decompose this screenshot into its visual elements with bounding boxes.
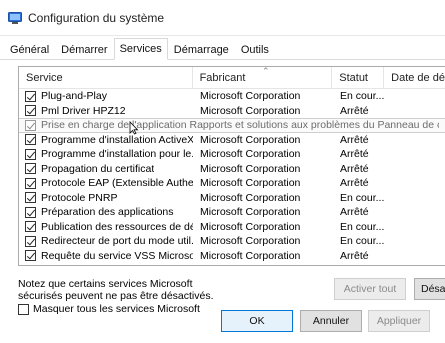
- disable-all-button[interactable]: Désa: [414, 278, 445, 300]
- status-cell: En cour...: [340, 90, 385, 103]
- sort-up-icon: ⌃: [262, 66, 270, 76]
- service-name: Protocole EAP (Extensible Authe...: [41, 177, 193, 190]
- manufacturer-cell: Microsoft Corporation: [200, 220, 301, 233]
- service-checkbox[interactable]: [25, 90, 36, 102]
- column-header-service[interactable]: Service: [19, 67, 193, 89]
- column-header-disabled-date[interactable]: Date de dés: [384, 67, 445, 89]
- service-checkbox[interactable]: [25, 206, 36, 218]
- service-checkbox[interactable]: [25, 235, 36, 247]
- service-name: Prise en charge de l'application Rapport…: [41, 119, 439, 132]
- table-row[interactable]: Programme d'installation ActiveX... Micro…: [19, 133, 445, 148]
- service-checkbox[interactable]: [25, 250, 36, 262]
- manufacturer-cell: Microsoft Corporation: [200, 162, 301, 175]
- status-cell: En cour...: [340, 235, 385, 248]
- status-cell: Arrêté: [340, 133, 369, 146]
- services-list[interactable]: Service Fabricant Statut Date de dés ⌃ P…: [18, 66, 445, 266]
- status-cell: En cour...: [340, 220, 385, 233]
- service-name-cell: Pml Driver HPZ12: [19, 104, 193, 118]
- tab-general[interactable]: Général: [4, 39, 55, 59]
- table-row[interactable]: Propagation du certificat Microsoft Corpo…: [19, 162, 445, 177]
- service-checkbox[interactable]: [25, 192, 36, 204]
- tab-demarrer[interactable]: Démarrer: [55, 39, 113, 59]
- table-row[interactable]: Redirecteur de port du mode util... Micro…: [19, 234, 445, 249]
- manufacturer-cell: Microsoft Corporation: [200, 235, 301, 248]
- table-row[interactable]: Plug-and-Play Microsoft Corporation En cou…: [19, 89, 445, 104]
- table-row[interactable]: Programme d'installation pour le... Micro…: [19, 147, 445, 162]
- service-name-cell: Protocole PNRP: [19, 191, 193, 205]
- table-row[interactable]: Requête du service VSS Microso... Microso…: [19, 249, 445, 264]
- system-config-icon: [8, 11, 22, 24]
- hide-microsoft-services[interactable]: Masquer tous les services Microsoft: [18, 303, 200, 315]
- service-name-cell: Redirecteur de port du mode util...: [19, 234, 193, 248]
- service-name: Pml Driver HPZ12: [41, 104, 126, 117]
- cancel-button[interactable]: Annuler: [300, 310, 362, 332]
- ok-button[interactable]: OK: [221, 310, 293, 332]
- table-row[interactable]: Publication des ressources de dé... Micro…: [19, 220, 445, 235]
- service-name-cell: Programme d'installation ActiveX...: [19, 133, 193, 147]
- service-checkbox[interactable]: [25, 134, 36, 146]
- service-name-cell: Requête du service VSS Microso...: [19, 249, 193, 263]
- service-name-cell: Programme d'installation pour le...: [19, 147, 193, 161]
- service-name: Publication des ressources de dé...: [41, 220, 193, 233]
- table-row[interactable]: Préparation des applications Microsoft Co…: [19, 205, 445, 220]
- service-name-cell: Préparation des applications: [19, 205, 193, 219]
- service-name: Propagation du certificat: [41, 162, 155, 175]
- service-name-cell: Publication des ressources de dé...: [19, 220, 193, 234]
- list-header: Service Fabricant Statut Date de dés ⌃: [19, 67, 445, 89]
- manufacturer-cell: Microsoft Corporation: [200, 90, 301, 103]
- services-panel: Service Fabricant Statut Date de dés ⌃ P…: [0, 60, 445, 343]
- tab-strip: Général Démarrer Services Démarrage Outi…: [0, 38, 445, 60]
- service-name-cell: Protocole EAP (Extensible Authe...: [19, 176, 193, 190]
- service-checkbox[interactable]: [25, 163, 36, 175]
- tab-demarrage[interactable]: Démarrage: [168, 39, 235, 59]
- column-header-status[interactable]: Statut: [332, 67, 385, 89]
- service-name: Programme d'installation ActiveX...: [41, 133, 193, 146]
- service-checkbox[interactable]: [25, 105, 36, 117]
- service-checkbox[interactable]: [25, 177, 36, 189]
- service-name: Préparation des applications: [41, 206, 174, 219]
- tab-outils[interactable]: Outils: [235, 39, 275, 59]
- hide-microsoft-checkbox[interactable]: [18, 303, 29, 315]
- status-cell: Arrêté: [340, 162, 369, 175]
- service-checkbox[interactable]: [25, 221, 36, 233]
- manufacturer-cell: Microsoft Corporation: [200, 177, 301, 190]
- manufacturer-cell: Microsoft Corporation: [200, 191, 301, 204]
- apply-button[interactable]: Appliquer: [368, 310, 430, 332]
- service-name-cell: Propagation du certificat: [19, 162, 193, 176]
- table-row[interactable]: Pml Driver HPZ12 Microsoft Corporation Arr…: [19, 104, 445, 119]
- status-cell: En cour...: [340, 191, 385, 204]
- enable-all-button[interactable]: Activer tout: [334, 278, 406, 300]
- table-row[interactable]: Protocole PNRP Microsoft Corporation En co…: [19, 191, 445, 206]
- status-cell: Arrêté: [340, 177, 369, 190]
- manufacturer-cell: Microsoft Corporation: [200, 104, 301, 117]
- service-name-cell: Plug-and-Play: [19, 89, 193, 103]
- manufacturer-cell: Microsoft Corporation: [200, 249, 301, 262]
- manufacturer-cell: Microsoft Corporation: [200, 148, 301, 161]
- service-name: Redirecteur de port du mode util...: [41, 235, 193, 248]
- title-bar: Configuration du système: [0, 0, 445, 36]
- status-cell: Arrêté: [340, 249, 369, 262]
- table-row[interactable]: Protocole EAP (Extensible Authe... Micros…: [19, 176, 445, 191]
- service-checkbox: [25, 119, 36, 131]
- service-name-cell: Prise en charge de l'application Rapport…: [19, 118, 439, 132]
- service-checkbox[interactable]: [25, 148, 36, 160]
- service-name: Requête du service VSS Microso...: [41, 249, 193, 262]
- note-text: Notez que certains services Microsoft sé…: [18, 278, 214, 302]
- tab-services[interactable]: Services: [113, 38, 168, 60]
- service-name: Protocole PNRP: [41, 191, 118, 204]
- table-row[interactable]: Prise en charge de l'application Rapport…: [19, 118, 445, 135]
- window-title: Configuration du système: [28, 10, 165, 25]
- status-cell: Arrêté: [340, 104, 369, 117]
- status-cell: Arrêté: [340, 206, 369, 219]
- service-name: Plug-and-Play: [41, 90, 107, 103]
- service-name: Programme d'installation pour le...: [41, 148, 193, 161]
- manufacturer-cell: Microsoft Corporation: [200, 133, 301, 146]
- hide-microsoft-label: Masquer tous les services Microsoft: [33, 303, 200, 315]
- manufacturer-cell: Microsoft Corporation: [200, 206, 301, 219]
- status-cell: Arrêté: [340, 148, 369, 161]
